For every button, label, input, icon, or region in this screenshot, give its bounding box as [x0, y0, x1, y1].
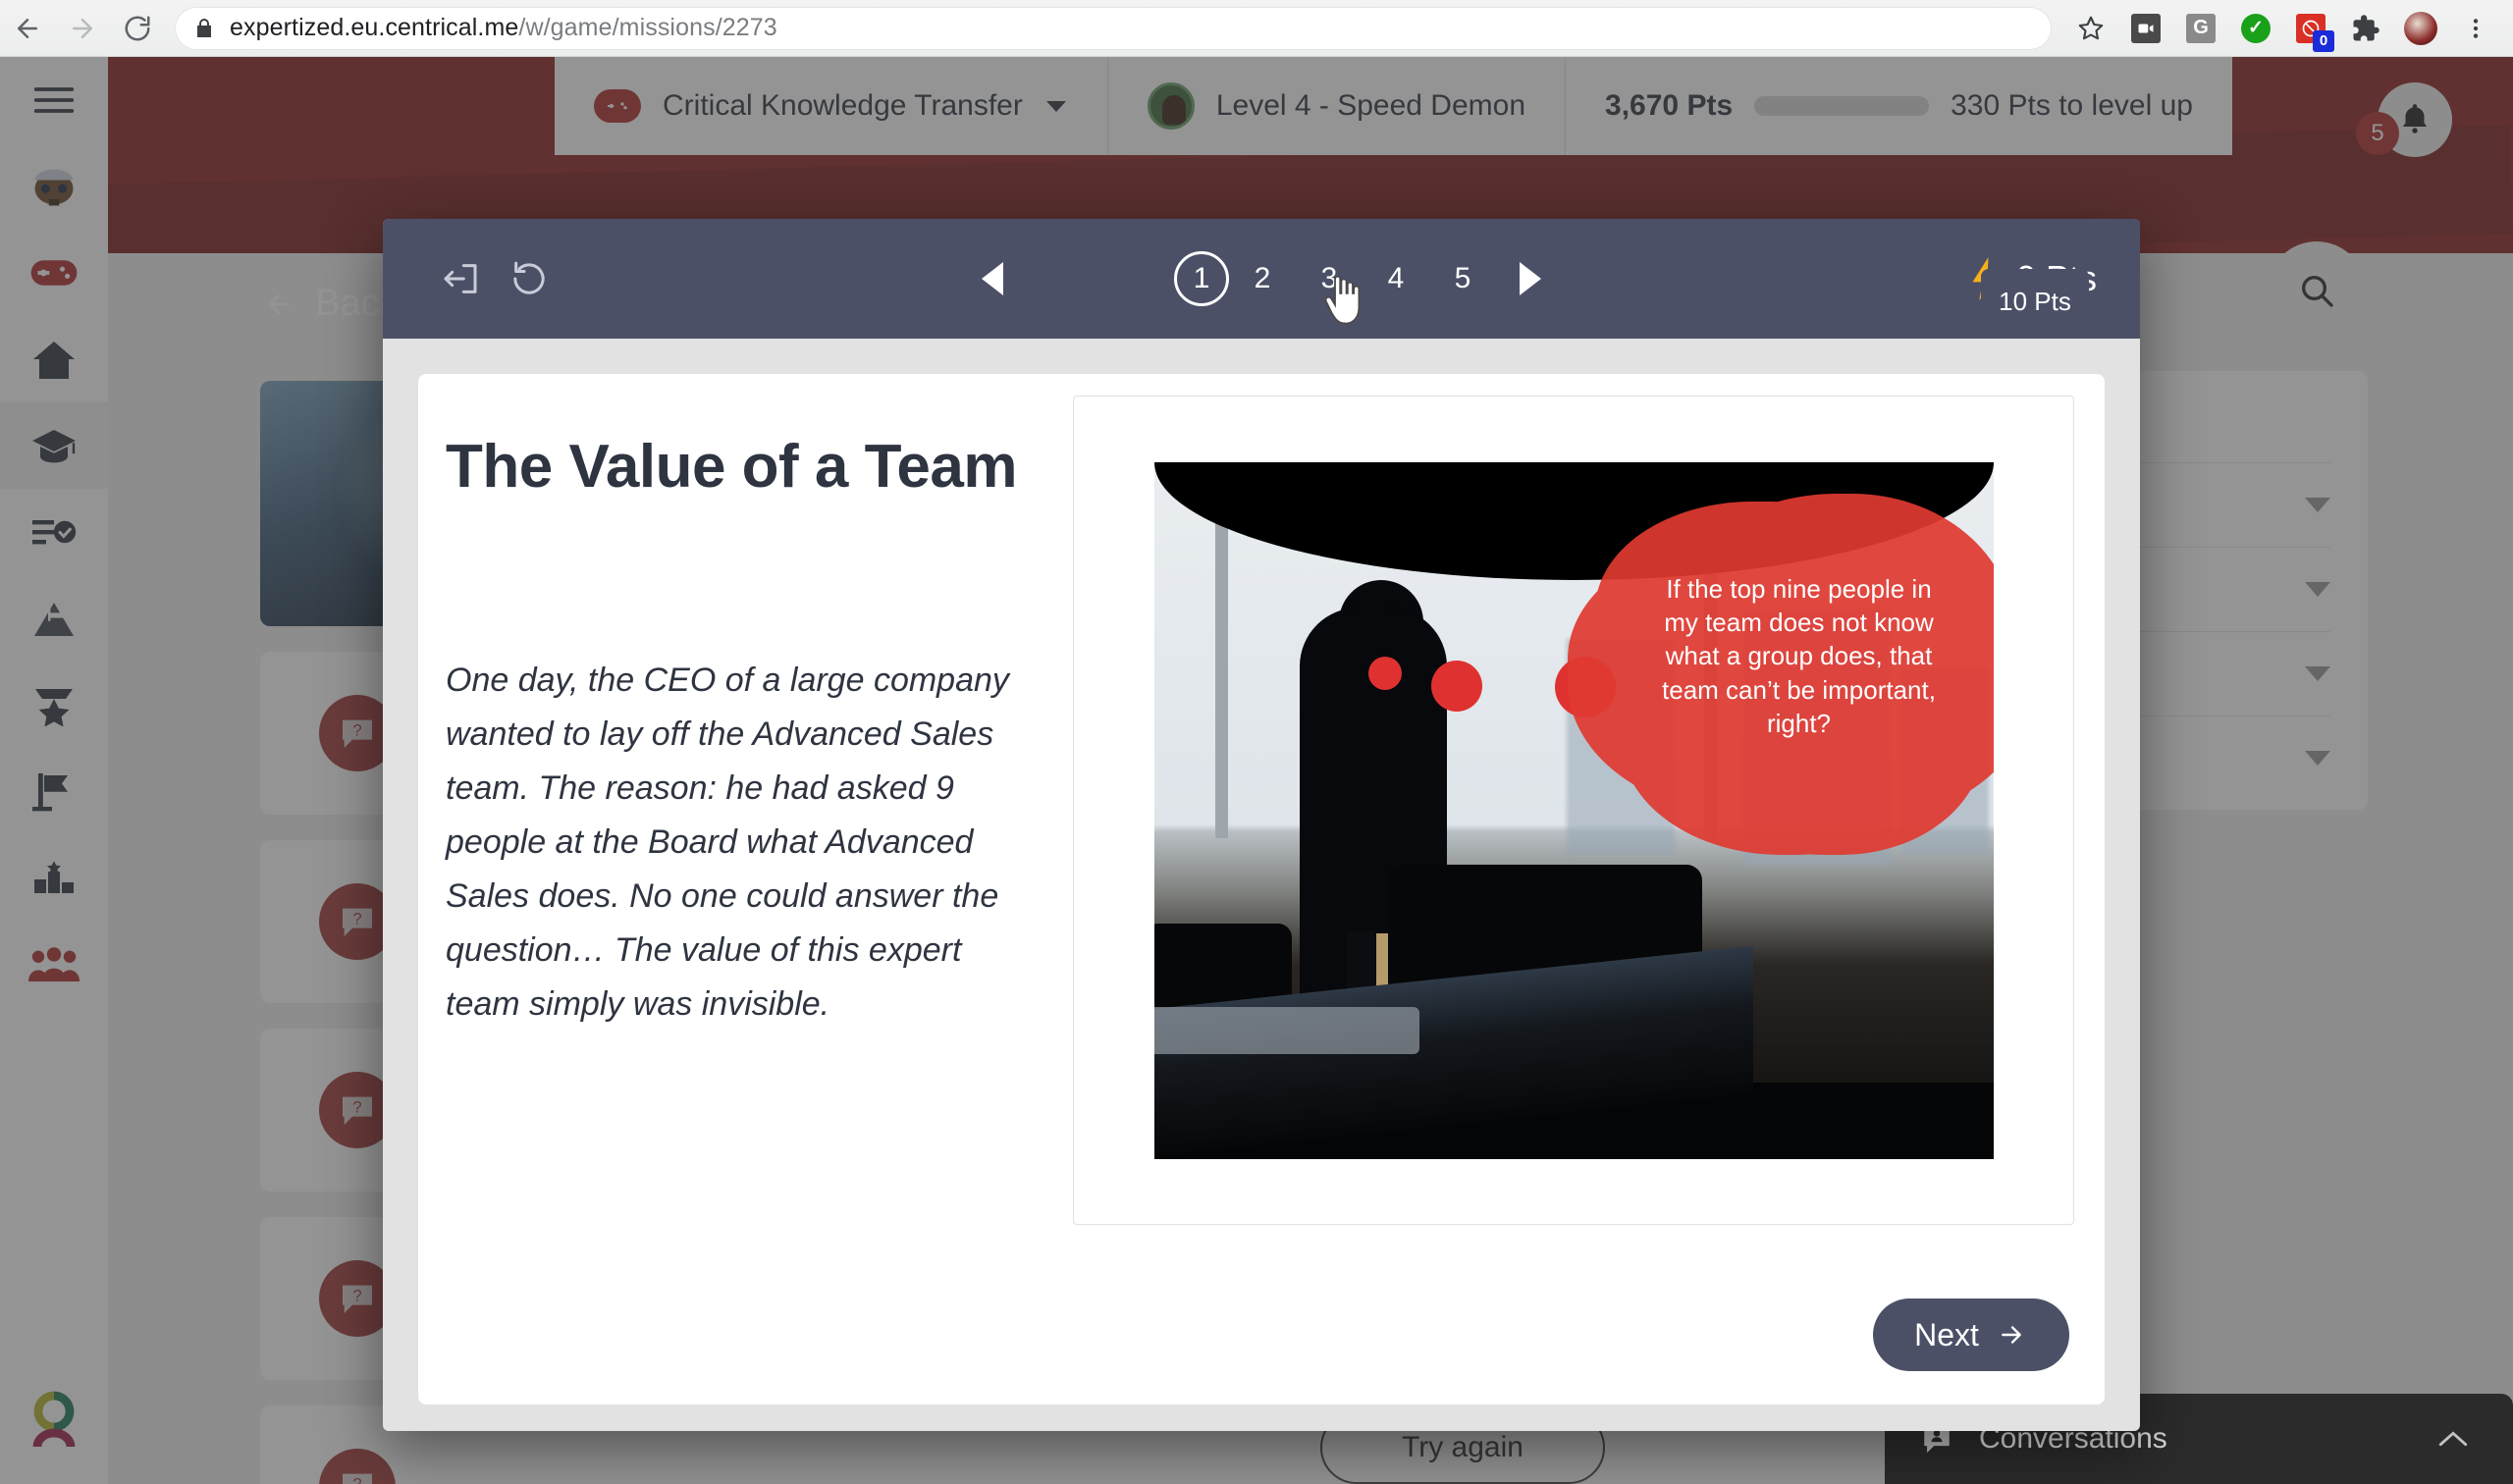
url-path: /w/game/missions/2273 — [518, 14, 777, 41]
red-dot-medium — [1430, 660, 1482, 712]
mouse-cursor — [1320, 275, 1362, 331]
page-4[interactable]: 4 — [1363, 245, 1429, 312]
browser-back-button[interactable] — [0, 1, 55, 56]
chevron-up-icon[interactable] — [2436, 1427, 2470, 1451]
next-button-label: Next — [1914, 1316, 1979, 1352]
arrow-right-icon — [1995, 1322, 2028, 1348]
bookmark-star-icon[interactable] — [2063, 1, 2118, 56]
slide-body-text: One day, the CEO of a large company want… — [446, 662, 1009, 1024]
slide-title: The Value of a Team — [446, 433, 1017, 501]
modal-toolbar: 1 2 3 4 5 0 Pts — [383, 219, 2140, 339]
slide-points-badge: 10 Pts — [1981, 269, 2089, 334]
next-button[interactable]: Next — [1873, 1298, 2069, 1371]
kebab-menu-icon[interactable] — [2448, 1, 2503, 56]
red-dot-large — [1554, 656, 1616, 717]
restart-icon[interactable] — [495, 244, 563, 313]
google-extension[interactable]: G — [2173, 1, 2228, 56]
lesson-modal: 1 2 3 4 5 0 Pts The Value of a Team One … — [383, 219, 2140, 1431]
red-dot-small — [1367, 656, 1402, 690]
profile-avatar[interactable] — [2393, 1, 2448, 56]
page-1[interactable]: 1 — [1174, 251, 1229, 306]
thought-bubble: If the top nine people in my team does n… — [1612, 508, 1986, 804]
page-2[interactable]: 2 — [1229, 245, 1296, 312]
browser-forward-button[interactable] — [55, 1, 110, 56]
boardroom-photo: If the top nine people in my team does n… — [1153, 461, 1994, 1159]
slide-media-frame: 10 Pts If the top nine people in my team… — [1073, 269, 2089, 1225]
exit-door-icon[interactable] — [426, 244, 495, 313]
application-viewport: Critical Knowledge Transfer Level 4 - Sp… — [0, 57, 2513, 1484]
page-5[interactable]: 5 — [1429, 245, 1496, 312]
browser-reload-button[interactable] — [110, 1, 165, 56]
thought-bubble-text: If the top nine people in my team does n… — [1662, 573, 1936, 738]
grammarly-extension[interactable]: ✓ — [2228, 1, 2283, 56]
slide-card: The Value of a Team One day, the CEO of … — [418, 269, 2105, 1404]
lock-icon — [192, 17, 216, 40]
browser-chrome: expertized.eu.centrical.me/w/game/missio… — [0, 0, 2513, 57]
slide-pagination: 1 2 3 4 5 — [383, 219, 2140, 339]
prev-slide-button[interactable] — [958, 244, 1027, 313]
url-domain: expertized.eu.centrical.me — [230, 14, 519, 41]
screen-recorder-extension[interactable] — [2118, 1, 2173, 56]
browser-actions: G ✓ 0 — [2063, 1, 2513, 56]
next-slide-button[interactable] — [1496, 244, 1565, 313]
address-bar[interactable]: expertized.eu.centrical.me/w/game/missio… — [175, 6, 2052, 50]
adblock-extension[interactable]: 0 — [2283, 1, 2338, 56]
puzzle-extensions-icon[interactable] — [2338, 1, 2393, 56]
